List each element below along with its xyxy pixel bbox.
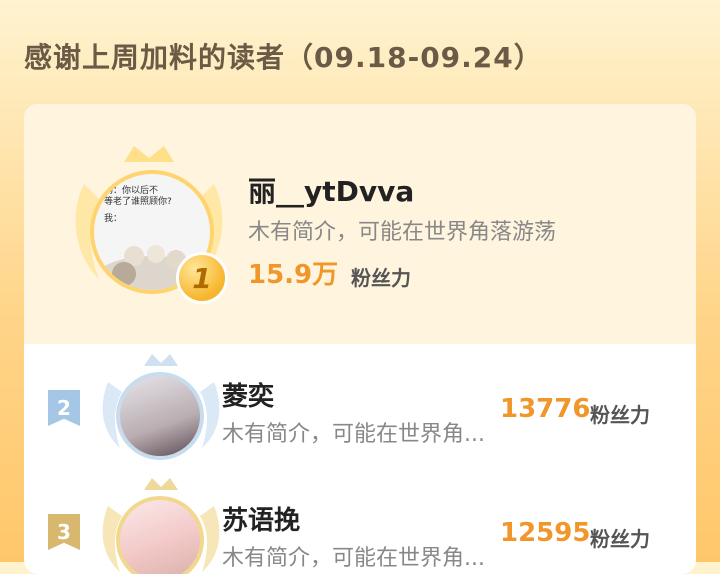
reader-bio: 木有简介，可能在世界角... — [222, 422, 485, 447]
fans-value: 12595 — [500, 518, 591, 548]
reader-row-2[interactable]: 2 菱奕 木有简介，可能在世界角... 13776 粉丝力 — [24, 352, 696, 472]
avatar[interactable] — [116, 496, 204, 574]
rank-2-badge: 2 — [48, 390, 80, 426]
top-reader-panel[interactable]: 妈：你以后不 等老了谁照顾你? 我： 1 丽__ytDvva 木有简介，可能在世… — [24, 104, 696, 344]
fans-label: 粉丝力 — [351, 266, 411, 290]
reader-bio: 木有简介，可能在世界角... — [222, 546, 485, 571]
rank-3-avatar-frame — [96, 476, 226, 574]
reader-name[interactable]: 丽__ytDvva — [248, 170, 414, 210]
reader-name[interactable]: 菱奕 — [222, 376, 274, 413]
reader-name[interactable]: 苏语挽 — [222, 500, 300, 537]
rank-1-avatar-frame: 妈：你以后不 等老了谁照顾你? 我： 1 — [64, 144, 234, 314]
avatar-meme-text: 妈：你以后不 等老了谁照顾你? 我： — [104, 186, 172, 224]
leaderboard-card: 妈：你以后不 等老了谁照顾你? 我： 1 丽__ytDvva 木有简介，可能在世… — [24, 104, 696, 574]
reader-row-3[interactable]: 3 苏语挽 木有简介，可能在世界角... 12595 粉丝力 — [24, 476, 696, 574]
rank-3-badge: 3 — [48, 514, 80, 550]
reader-bio: 木有简介，可能在世界角落游荡 — [248, 220, 557, 245]
fans-label: 粉丝力 — [590, 403, 650, 427]
rank-1-badge: 1 — [176, 252, 228, 304]
avatar[interactable] — [116, 372, 204, 460]
rank-2-avatar-frame — [96, 352, 226, 472]
fans-value: 13776 — [500, 394, 591, 424]
page-title: 感谢上周加料的读者（09.18-09.24） — [24, 41, 543, 74]
fans-value: 15.9万 — [248, 260, 339, 290]
fans-label: 粉丝力 — [590, 527, 650, 551]
